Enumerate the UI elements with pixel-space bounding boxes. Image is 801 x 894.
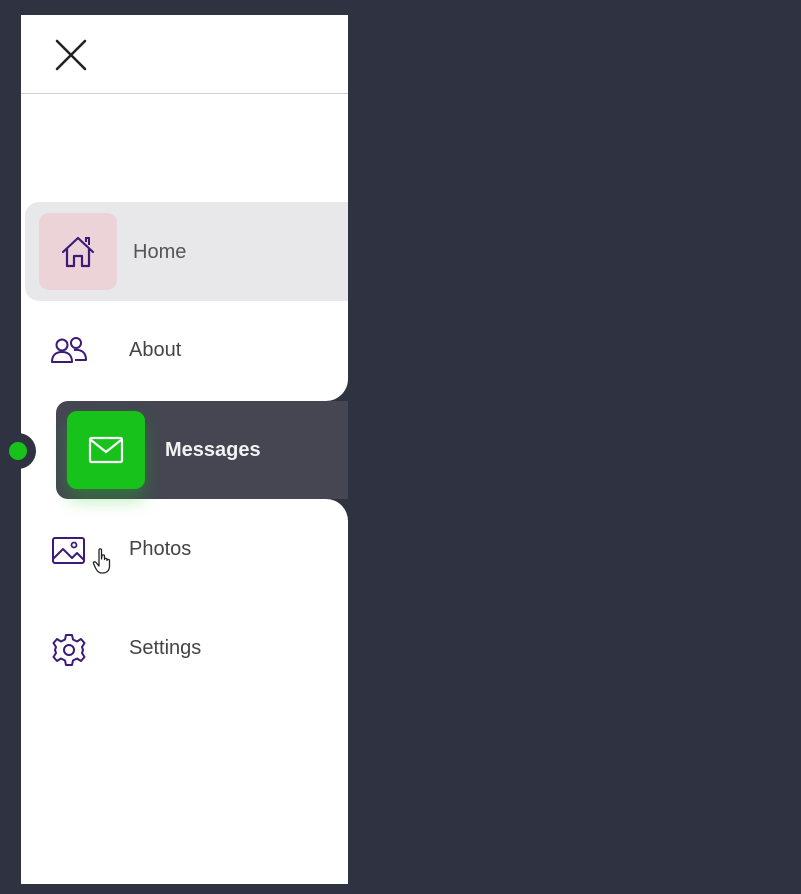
- sidebar-item-about[interactable]: About: [21, 302, 348, 401]
- sidebar-item-label: Home: [133, 241, 187, 263]
- sidebar-item-messages[interactable]: Messages: [56, 401, 348, 499]
- sidebar-item-settings[interactable]: Settings: [21, 600, 348, 699]
- sidebar-item-label: About: [129, 339, 182, 361]
- hand-pointer-icon: [92, 548, 111, 574]
- close-button[interactable]: [51, 37, 91, 73]
- gear-icon-wrap: [49, 632, 89, 668]
- gear-icon: [52, 634, 86, 666]
- people-icon: [51, 337, 87, 363]
- sidebar-item-photos[interactable]: Photos: [21, 501, 348, 600]
- mail-icon-tile: [67, 411, 145, 489]
- sidebar-item-home[interactable]: Home: [25, 202, 348, 301]
- sidebar-header: [21, 15, 348, 94]
- sidebar-item-label: Messages: [165, 439, 261, 461]
- active-notch-top: [318, 371, 348, 401]
- home-icon: [61, 236, 95, 267]
- active-notch-bottom: [318, 499, 348, 529]
- image-icon-wrap: [49, 533, 89, 569]
- sidebar-item-label: Photos: [129, 538, 192, 560]
- home-icon-tile: [39, 213, 117, 290]
- sidebar-item-label: Settings: [129, 637, 202, 659]
- active-indicator-dot: [9, 442, 27, 460]
- active-indicator: [0, 433, 36, 469]
- close-icon: [55, 39, 87, 71]
- image-icon: [52, 537, 85, 564]
- mail-icon: [88, 436, 124, 464]
- people-icon-wrap: [49, 333, 89, 369]
